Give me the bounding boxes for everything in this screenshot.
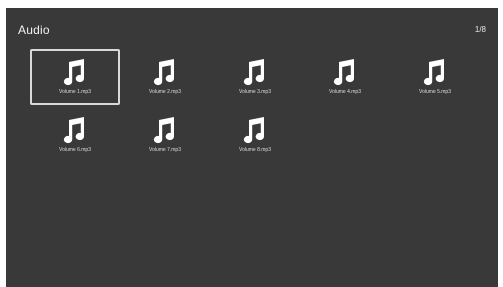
audio-file-tile[interactable]: Volume 1.mp3 bbox=[30, 49, 120, 105]
audio-file-label: Volume 6.mp3 bbox=[59, 147, 91, 153]
audio-file-tile[interactable]: Volume 8.mp3 bbox=[210, 107, 300, 163]
music-note-icon bbox=[422, 58, 448, 86]
music-note-icon bbox=[332, 58, 358, 86]
music-note-icon bbox=[62, 58, 88, 86]
audio-browser-screen: Audio 1/8 Volume 1.mp3 Volume 2.mp3 Volu… bbox=[6, 8, 498, 287]
page-indicator: 1/8 bbox=[474, 25, 486, 34]
page-title: Audio bbox=[18, 23, 50, 37]
audio-file-tile[interactable]: Volume 5.mp3 bbox=[390, 49, 480, 105]
audio-file-label: Volume 4.mp3 bbox=[329, 89, 361, 95]
audio-file-tile[interactable]: Volume 6.mp3 bbox=[30, 107, 120, 163]
audio-file-tile[interactable]: Volume 4.mp3 bbox=[300, 49, 390, 105]
audio-file-label: Volume 7.mp3 bbox=[149, 147, 181, 153]
audio-file-grid: Volume 1.mp3 Volume 2.mp3 Volume 3.mp3 V… bbox=[30, 49, 480, 163]
music-note-icon bbox=[152, 116, 178, 144]
audio-file-label: Volume 8.mp3 bbox=[239, 147, 271, 153]
music-note-icon bbox=[62, 116, 88, 144]
audio-file-tile[interactable]: Volume 7.mp3 bbox=[120, 107, 210, 163]
music-note-icon bbox=[242, 116, 268, 144]
audio-file-label: Volume 1.mp3 bbox=[59, 89, 91, 95]
music-note-icon bbox=[152, 58, 178, 86]
music-note-icon bbox=[242, 58, 268, 86]
audio-file-label: Volume 3.mp3 bbox=[239, 89, 271, 95]
audio-file-tile[interactable]: Volume 3.mp3 bbox=[210, 49, 300, 105]
audio-file-label: Volume 2.mp3 bbox=[149, 89, 181, 95]
audio-file-label: Volume 5.mp3 bbox=[419, 89, 451, 95]
audio-file-tile[interactable]: Volume 2.mp3 bbox=[120, 49, 210, 105]
